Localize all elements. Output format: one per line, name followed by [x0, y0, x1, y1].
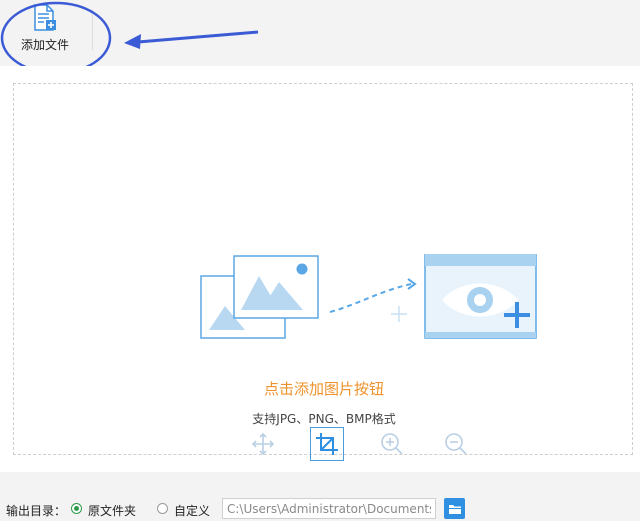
add-file-icon	[34, 4, 56, 31]
zoom-out-icon	[445, 433, 467, 455]
radio-original-folder-label[interactable]: 原文件夹	[88, 502, 136, 519]
add-file-label: 添加文件	[20, 38, 69, 52]
folder-icon	[448, 504, 461, 514]
toolbar-divider	[92, 10, 93, 50]
radio-custom-label[interactable]: 自定义	[174, 502, 210, 519]
crop-icon	[316, 433, 338, 455]
move-arrows-icon	[251, 432, 275, 456]
crop-tool-button[interactable]	[310, 427, 344, 461]
output-settings-bar: 输出目录： 原文件夹 自定义	[0, 472, 640, 521]
image-drop-zone[interactable]: 点击添加图片按钮 支持JPG、PNG、BMP格式	[13, 83, 633, 461]
zoom-in-icon	[381, 433, 403, 455]
radio-original-folder[interactable]	[71, 503, 82, 514]
browse-folder-button[interactable]	[444, 498, 465, 519]
move-tool-button[interactable]	[246, 427, 280, 461]
toolbar: 添加文件	[0, 0, 640, 66]
zoom-in-button[interactable]	[375, 427, 409, 461]
output-path-input[interactable]	[222, 498, 436, 519]
add-image-illustration	[200, 254, 537, 339]
main-panel: 点击添加图片按钮 支持JPG、PNG、BMP格式	[0, 66, 640, 472]
radio-custom[interactable]	[157, 503, 168, 514]
zoom-out-button[interactable]	[439, 427, 473, 461]
add-file-button[interactable]: 添加文件	[8, 2, 88, 62]
output-directory-label: 输出目录：	[6, 504, 67, 518]
supported-formats-text: 支持JPG、PNG、BMP格式	[252, 412, 396, 426]
add-image-hint: 点击添加图片按钮	[263, 380, 384, 398]
